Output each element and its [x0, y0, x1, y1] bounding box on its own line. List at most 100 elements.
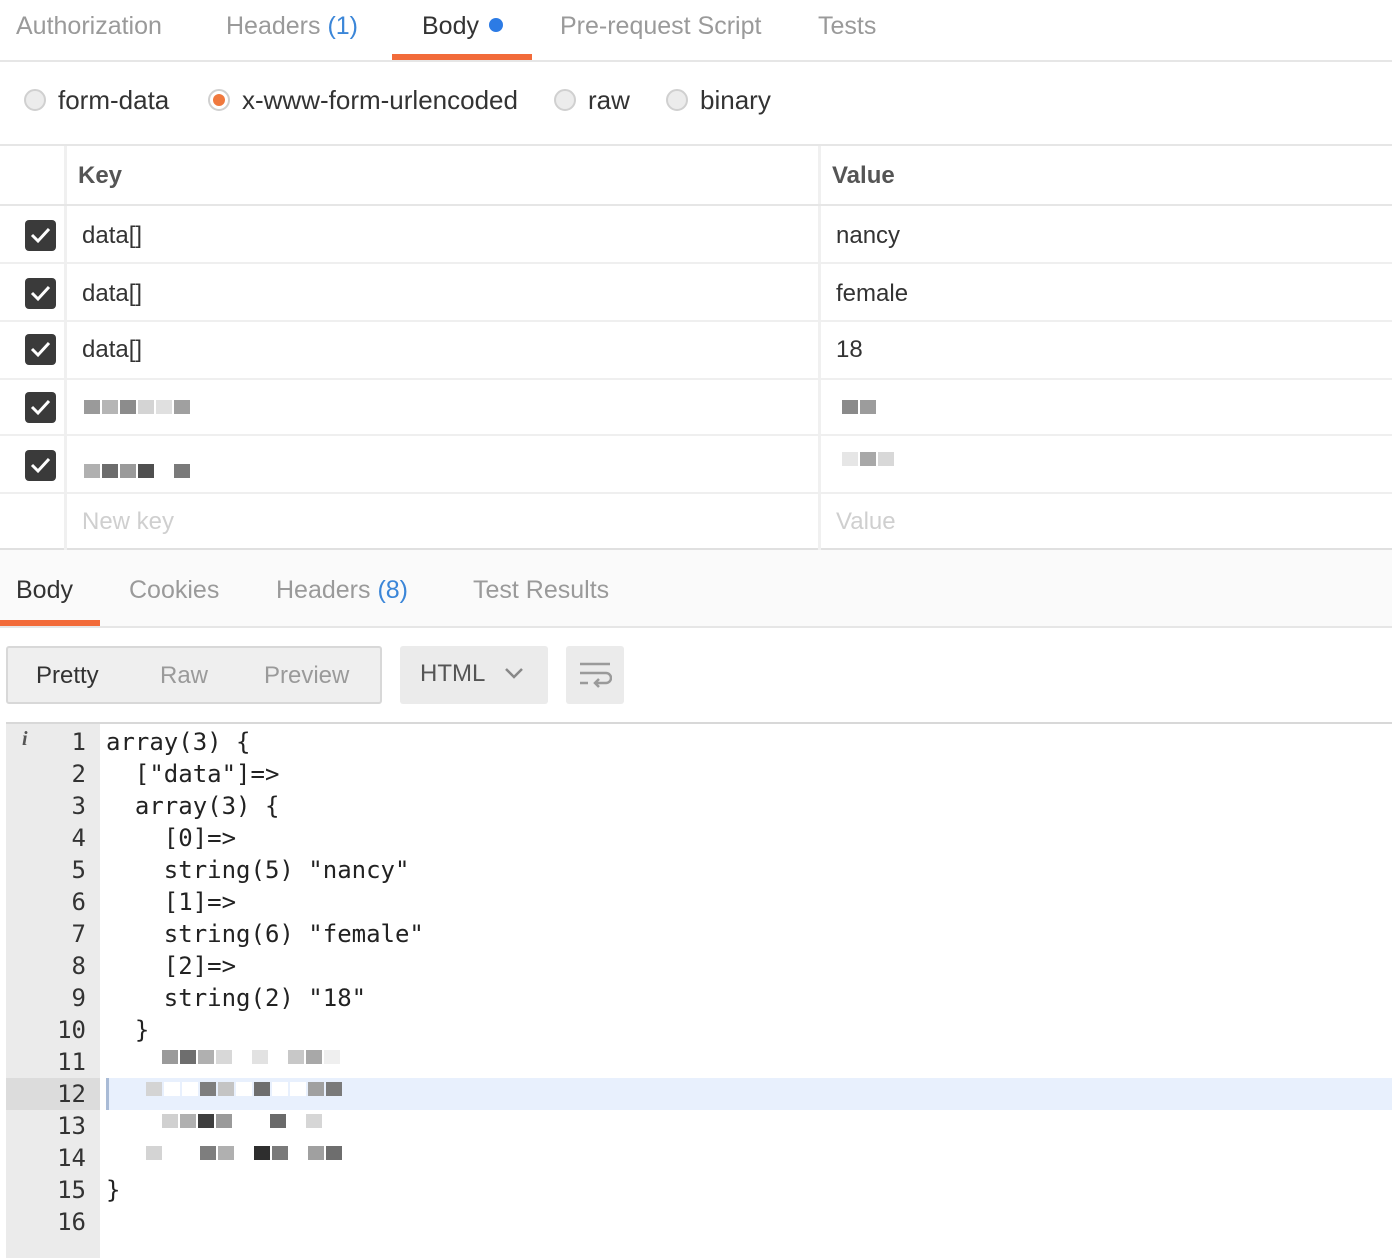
code-line: }	[106, 1176, 121, 1204]
key-column-header: Key	[78, 162, 123, 189]
line-number: 4	[71, 824, 86, 852]
radio-raw[interactable]: raw	[554, 84, 630, 116]
code-line: string(2) "18"	[106, 984, 367, 1012]
radio-icon[interactable]	[666, 89, 688, 111]
line-number: 8	[71, 952, 86, 980]
radio-checked-icon[interactable]	[208, 89, 230, 111]
radio-binary-label: binary	[700, 84, 771, 115]
check-icon	[30, 227, 51, 244]
code-line: array(3) {	[106, 792, 280, 820]
line-number: 9	[71, 984, 86, 1012]
active-tab-indicator	[392, 54, 532, 60]
tab-test-results-label: Test Results	[473, 576, 610, 604]
line-number-gutter: i 1 2 3 4 5 6 7 8 9 10 11 12 13 14 15 16	[6, 724, 100, 1258]
tab-headers[interactable]: Headers (1)	[226, 0, 358, 60]
row-checkbox[interactable]	[25, 220, 56, 251]
format-dropdown-label: HTML	[420, 660, 486, 687]
row-key-input[interactable]: data[]	[82, 280, 142, 308]
tab-tests-label: Tests	[818, 12, 877, 40]
code-line: [0]=>	[106, 824, 237, 852]
redacted-code-line	[146, 1146, 342, 1160]
preview-button[interactable]: Preview	[264, 662, 349, 690]
line-number: 16	[57, 1208, 86, 1236]
tab-prerequest-script[interactable]: Pre-request Script	[560, 0, 761, 60]
tab-cookies[interactable]: Cookies	[129, 576, 219, 605]
row-checkbox[interactable]	[25, 278, 56, 309]
value-column-header: Value	[832, 162, 895, 189]
radio-urlencoded-label: x-www-form-urlencoded	[242, 84, 518, 115]
active-response-tab-indicator	[0, 620, 100, 626]
line-number: 14	[57, 1144, 86, 1172]
check-icon	[30, 341, 51, 358]
row-value-input[interactable]: female	[836, 280, 908, 308]
line-number: 3	[71, 792, 86, 820]
line-number: 15	[57, 1176, 86, 1204]
tab-body-label: Body	[422, 12, 479, 40]
response-tabs: Body Cookies Headers (8) Test Results	[0, 550, 1392, 628]
row-key-input[interactable]: data[]	[82, 336, 142, 364]
radio-form-data-label: form-data	[58, 84, 170, 115]
redacted-code-line	[146, 1082, 342, 1096]
tab-response-headers[interactable]: Headers (8)	[276, 576, 408, 605]
row-key-input[interactable]: data[]	[82, 222, 142, 250]
tab-headers-label: Headers	[226, 12, 321, 40]
view-mode-segmented-control: Pretty Raw Preview	[6, 646, 382, 704]
line-number: 6	[71, 888, 86, 916]
check-icon	[30, 285, 51, 302]
code-line: }	[106, 1016, 150, 1044]
line-number: 11	[57, 1048, 86, 1076]
body-type-selector: form-data x-www-form-urlencoded raw bina…	[0, 62, 1392, 146]
tab-body[interactable]: Body	[422, 0, 503, 60]
code-line: string(6) "female"	[106, 920, 424, 948]
tab-authorization-label: Authorization	[16, 12, 162, 40]
table-row-redacted	[0, 378, 1392, 436]
line-number: 5	[71, 856, 86, 884]
code-line: ["data"]=>	[106, 760, 280, 788]
redacted-value	[842, 452, 894, 466]
row-checkbox[interactable]	[25, 334, 56, 365]
tab-response-body[interactable]: Body	[16, 576, 73, 605]
row-value-input[interactable]: 18	[836, 336, 863, 364]
response-code-editor[interactable]: i 1 2 3 4 5 6 7 8 9 10 11 12 13 14 15 16…	[6, 722, 1392, 1258]
request-tabs: Authorization Headers (1) Body Pre-reque…	[0, 0, 1392, 62]
modified-dot-icon	[488, 18, 503, 32]
tab-test-results[interactable]: Test Results	[473, 576, 609, 605]
radio-raw-label: raw	[588, 84, 630, 115]
line-number: 2	[71, 760, 86, 788]
row-checkbox[interactable]	[25, 392, 56, 423]
chevron-down-icon	[505, 668, 523, 679]
table-row: data[] female	[0, 264, 1392, 322]
new-value-input[interactable]: Value	[836, 508, 896, 536]
raw-button[interactable]: Raw	[160, 662, 208, 690]
tab-response-headers-label: Headers	[276, 576, 371, 604]
row-value-input[interactable]: nancy	[836, 222, 900, 250]
tab-tests[interactable]: Tests	[818, 0, 876, 60]
wrap-lines-icon	[580, 662, 612, 688]
tab-response-headers-count: (8)	[377, 576, 409, 604]
radio-binary[interactable]: binary	[666, 84, 771, 116]
code-line: [2]=>	[106, 952, 237, 980]
table-row: data[] 18	[0, 322, 1392, 380]
format-dropdown[interactable]: HTML	[400, 646, 548, 704]
row-checkbox[interactable]	[25, 450, 56, 481]
table-row-new: New key Value	[0, 494, 1392, 552]
wrap-lines-button[interactable]	[566, 646, 624, 704]
code-line: string(5) "nancy"	[106, 856, 410, 884]
code-line: array(3) {	[106, 728, 251, 756]
line-number-current: 12	[6, 1078, 100, 1110]
radio-icon[interactable]	[554, 89, 576, 111]
redacted-key	[84, 400, 190, 414]
radio-icon[interactable]	[24, 89, 46, 111]
new-key-input[interactable]: New key	[82, 508, 174, 536]
line-number: 7	[71, 920, 86, 948]
text-cursor	[106, 1078, 109, 1110]
radio-urlencoded[interactable]: x-www-form-urlencoded	[208, 84, 518, 116]
radio-form-data[interactable]: form-data	[24, 84, 169, 116]
tab-response-body-label: Body	[16, 576, 73, 604]
tab-headers-count: (1)	[327, 12, 359, 40]
check-icon	[30, 399, 51, 416]
table-header: Key Value	[0, 146, 1392, 206]
pretty-button[interactable]: Pretty	[36, 662, 99, 690]
tab-authorization[interactable]: Authorization	[16, 0, 162, 60]
params-table: Key Value data[] nancy data[] female dat…	[0, 146, 1392, 550]
